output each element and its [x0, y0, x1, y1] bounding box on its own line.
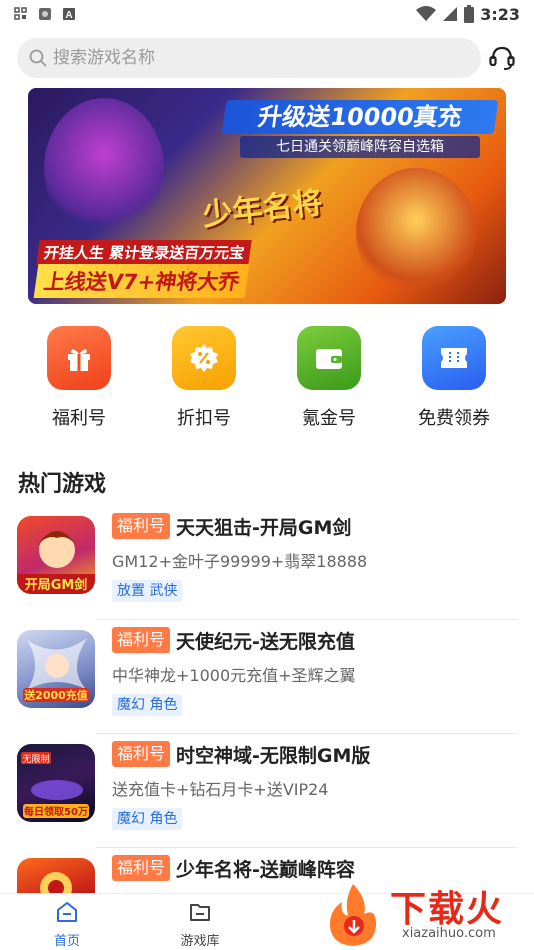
svg-text:A: A — [65, 10, 72, 21]
battery-icon — [464, 5, 475, 23]
game-tags: 魔幻 角色 — [112, 808, 522, 830]
welfare-tag: 福利号 — [112, 855, 171, 881]
category-tag: 魔幻 角色 — [112, 694, 183, 716]
svg-text:开局GM剑: 开局GM剑 — [25, 577, 88, 593]
hot-games-title: 热门游戏 — [18, 472, 107, 497]
game-info: 福利号 天天狙击-开局GM剑 GM12+金叶子99999+翡翠18888 放置 … — [112, 512, 522, 602]
status-right-icons: 3:23 — [416, 5, 520, 24]
watermark-brand: 下载火 — [390, 889, 505, 930]
game-tags: 魔幻 角色 — [112, 694, 522, 716]
quick-label: 折扣号 — [177, 408, 231, 429]
gift-icon — [47, 326, 111, 390]
game-name: 天使纪元-送无限充值 — [176, 630, 355, 653]
quick-item-welfare[interactable]: 福利号 — [29, 326, 129, 430]
game-name: 时空神域-无限制GM版 — [176, 744, 371, 767]
game-title-row: 福利号 天使纪元-送无限充值 — [112, 626, 522, 654]
search-box[interactable] — [17, 38, 481, 78]
nav-item-home[interactable]: 首页 — [27, 900, 107, 949]
game-thumbnail[interactable]: 无限制每日领取50万 — [17, 744, 95, 822]
game-desc: 送充值卡+钻石月卡+送VIP24 — [112, 780, 329, 799]
game-title-row: 福利号 少年名将-送巅峰阵容 — [112, 854, 522, 882]
svg-text:送2000充值: 送2000充值 — [23, 688, 88, 702]
nav-label-home: 首页 — [53, 934, 80, 949]
quick-label: 氪金号 — [302, 408, 356, 429]
search-row — [17, 37, 517, 79]
game-name: 天天狙击-开局GM剑 — [176, 516, 352, 539]
welfare-tag: 福利号 — [112, 741, 171, 767]
wifi-icon — [416, 6, 437, 21]
nav-label-library: 游戏库 — [180, 934, 220, 949]
game-desc: 中华神龙+1000元充值+圣辉之翼 — [112, 666, 356, 685]
game-tags: 放置 武侠 — [112, 580, 522, 602]
category-tag: 放置 武侠 — [112, 580, 183, 602]
status-bar: A 3:23 — [0, 0, 534, 28]
signal-icon — [443, 7, 458, 21]
quick-item-krypton[interactable]: 氪金号 — [279, 326, 379, 430]
discount-icon — [172, 326, 236, 390]
promo-banner[interactable]: 升级送10000真充 七日通关领巅峰阵容自选箱 少年名将 开挂人生 累计登录送百… — [28, 88, 506, 304]
font-a-icon: A — [63, 8, 75, 21]
watermark-url: xiazaihuo.com — [402, 926, 496, 941]
game-name: 少年名将-送巅峰阵容 — [176, 858, 355, 881]
list-item[interactable]: 开局GM剑 福利号 天天狙击-开局GM剑 GM12+金叶子99999+翡翠188… — [0, 506, 534, 620]
nav-item-library[interactable]: 游戏库 — [160, 900, 240, 949]
quick-label: 福利号 — [52, 408, 106, 429]
status-left-icons: A — [14, 7, 76, 21]
quick-item-coupon[interactable]: 免费领券 — [404, 326, 504, 430]
game-desc: GM12+金叶子99999+翡翠18888 — [112, 552, 368, 571]
game-info: 福利号 少年名将-送巅峰阵容 — [112, 854, 522, 882]
search-input[interactable] — [53, 48, 453, 68]
home-icon — [57, 902, 77, 922]
folder-icon — [190, 904, 210, 921]
quick-label: 免费领券 — [418, 408, 490, 429]
quick-item-discount[interactable]: 折扣号 — [154, 326, 254, 430]
list-item[interactable]: 无限制每日领取50万 福利号 时空神域-无限制GM版 送充值卡+钻石月卡+送VI… — [0, 734, 534, 848]
game-info: 福利号 时空神域-无限制GM版 送充值卡+钻石月卡+送VIP24 魔幻 角色 — [112, 740, 522, 830]
banner-line2: 上线送V7+神将大乔 — [33, 264, 250, 298]
flame-logo-icon — [330, 884, 376, 946]
svg-text:无限制: 无限制 — [22, 753, 49, 765]
banner-game-logo: 少年名将 — [200, 185, 324, 234]
banner-line1: 开挂人生 累计登录送百万元宝 — [36, 240, 252, 265]
game-title-row: 福利号 天天狙击-开局GM剑 — [112, 512, 522, 540]
game-thumbnail[interactable]: 开局GM剑 — [17, 516, 95, 594]
game-title-row: 福利号 时空神域-无限制GM版 — [112, 740, 522, 768]
wallet-icon — [297, 326, 361, 390]
game-info: 福利号 天使纪元-送无限充值 中华神龙+1000元充值+圣辉之翼 魔幻 角色 — [112, 626, 522, 716]
banner-hero-left — [44, 98, 164, 238]
svg-text:每日领取50万: 每日领取50万 — [24, 805, 88, 818]
category-tag: 魔幻 角色 — [112, 808, 183, 830]
list-item[interactable]: 送2000充值 福利号 天使纪元-送无限充值 中华神龙+1000元充值+圣辉之翼… — [0, 620, 534, 734]
welfare-tag: 福利号 — [112, 513, 171, 539]
quick-entries: 福利号 折扣号 氪金号 免费领券 — [0, 326, 534, 436]
status-time: 3:23 — [480, 4, 520, 24]
banner-headline: 升级送10000真充 — [221, 100, 499, 134]
banner-hero-right — [356, 168, 476, 298]
app-notification-icon — [39, 8, 51, 20]
game-thumbnail[interactable]: 送2000充值 — [17, 630, 95, 708]
coupon-icon — [422, 326, 486, 390]
grid-icon — [14, 7, 27, 20]
customer-service-icon[interactable] — [487, 43, 517, 73]
welfare-tag: 福利号 — [112, 627, 171, 653]
banner-subline: 七日通关领巅峰阵容自选箱 — [240, 136, 480, 158]
watermark: 下载火 xiazaihuo.com — [318, 880, 534, 950]
search-icon — [29, 49, 47, 67]
